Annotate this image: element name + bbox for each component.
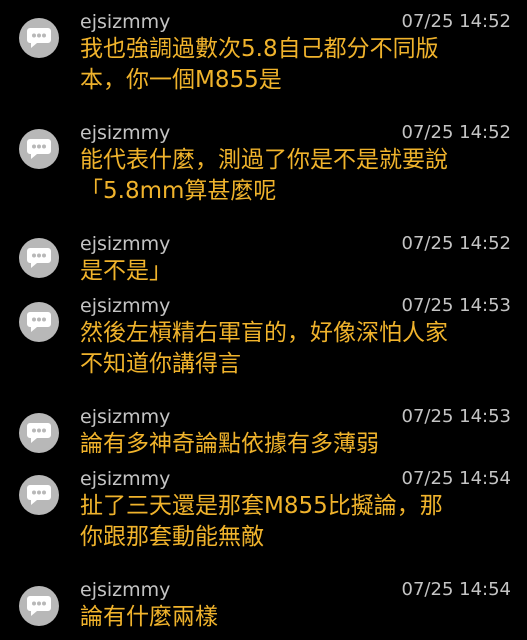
comment-timestamp: 07/25 14:54: [401, 579, 511, 600]
speech-bubble-icon: [27, 139, 51, 159]
comment-text: 能代表什麼，測過了你是不是就要說 「5.8mm算甚麼呢: [80, 147, 448, 204]
comment-text: 然後左槓精右軍盲的，好像深怕人家 不知道你講得言: [80, 320, 448, 377]
comment-text: 我也強調過數次5.8自己都分不同版 本，你一個M855是: [80, 36, 439, 93]
speech-bubble-icon: [27, 28, 51, 48]
comment-timestamp: 07/25 14:52: [401, 11, 511, 32]
comment-username[interactable]: ejsizmmy: [80, 232, 170, 256]
avatar[interactable]: [19, 475, 59, 515]
speech-bubble-icon: [27, 312, 51, 332]
comment-username[interactable]: ejsizmmy: [80, 578, 170, 602]
comment-text: 是不是」: [80, 258, 172, 284]
comment-username[interactable]: ejsizmmy: [80, 405, 170, 429]
avatar[interactable]: [19, 302, 59, 342]
avatar[interactable]: [19, 18, 59, 58]
avatar[interactable]: [19, 413, 59, 453]
speech-bubble-icon: [27, 596, 51, 616]
comment-username[interactable]: ejsizmmy: [80, 467, 170, 491]
speech-bubble-icon: [27, 423, 51, 443]
avatar[interactable]: [19, 586, 59, 626]
speech-bubble-icon: [27, 485, 51, 505]
avatar[interactable]: [19, 129, 59, 169]
comment-username[interactable]: ejsizmmy: [80, 294, 170, 318]
comment-text: 論有什麼兩樣: [80, 604, 218, 630]
comment-timestamp: 07/25 14:52: [401, 233, 511, 254]
comment-timestamp: 07/25 14:53: [401, 406, 511, 427]
comment-timestamp: 07/25 14:53: [401, 295, 511, 316]
comment-timestamp: 07/25 14:52: [401, 122, 511, 143]
comment-text: 論有多神奇論點依據有多薄弱: [80, 431, 379, 457]
comment-timestamp: 07/25 14:54: [401, 468, 511, 489]
avatar[interactable]: [19, 238, 59, 278]
speech-bubble-icon: [27, 248, 51, 268]
comment-text: 扯了三天還是那套M855比擬論，那 你跟那套動能無敵: [80, 493, 443, 550]
comment-username[interactable]: ejsizmmy: [80, 121, 170, 145]
comment-username[interactable]: ejsizmmy: [80, 10, 170, 34]
